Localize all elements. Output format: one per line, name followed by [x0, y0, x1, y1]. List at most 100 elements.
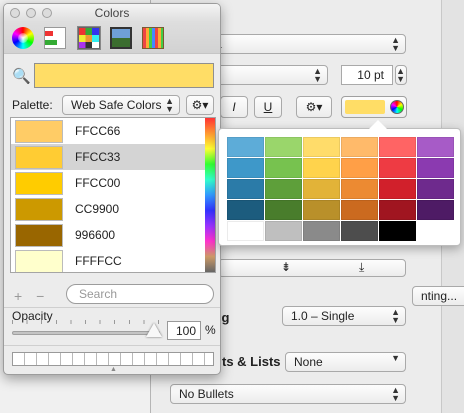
- image-icon[interactable]: [110, 27, 132, 49]
- color-grid-cell[interactable]: [379, 137, 416, 157]
- palette-row: Palette: Web Safe Colors ▲ ▼ ⚙▾: [10, 95, 216, 115]
- font-size-field[interactable]: 10 pt: [341, 65, 393, 85]
- color-list-item[interactable]: FFCC33: [11, 144, 215, 170]
- color-grid-cell[interactable]: [341, 158, 378, 178]
- color-name: CC9900: [75, 202, 120, 216]
- color-grid-cell[interactable]: [341, 137, 378, 157]
- opacity-unit: %: [205, 323, 216, 337]
- underline-label: U: [263, 100, 273, 114]
- popup-arrows-icon: ▲ ▼: [165, 96, 174, 114]
- color-grid-cell[interactable]: [303, 200, 340, 220]
- palette-select-value: Web Safe Colors: [71, 98, 162, 112]
- color-grid-cell[interactable]: [417, 158, 454, 178]
- current-color-well[interactable]: [34, 63, 214, 88]
- magnifier-icon[interactable]: 🔍: [12, 67, 31, 85]
- bullets-lists-label: ts & Lists: [222, 354, 281, 369]
- bullet-style-popup[interactable]: No Bullets ▲ ▼: [170, 384, 406, 404]
- color-grid-popover: [218, 120, 461, 246]
- bullet-style-value: No Bullets: [179, 387, 234, 401]
- popup-arrows-icon: ▲ ▼: [391, 35, 400, 53]
- color-grid-cell[interactable]: [265, 137, 302, 157]
- color-grid-cell[interactable]: [265, 221, 302, 241]
- color-name: FFCC66: [75, 124, 121, 138]
- color-grid: [227, 137, 454, 241]
- saved-color-wells[interactable]: [12, 352, 214, 366]
- text-options-gear-button[interactable]: ⚙▾: [296, 96, 332, 118]
- align-center-icon[interactable]: ⇟: [281, 260, 291, 274]
- color-list-item[interactable]: CC9900: [11, 196, 215, 222]
- color-grid-cell[interactable]: [379, 179, 416, 199]
- color-grid-cell[interactable]: [303, 158, 340, 178]
- color-swatch: [15, 145, 63, 169]
- italic-label: I: [232, 100, 236, 114]
- color-grid-cell[interactable]: [379, 158, 416, 178]
- color-grid-cell[interactable]: [341, 200, 378, 220]
- text-color-well[interactable]: [341, 96, 407, 118]
- color-grid-cell[interactable]: [417, 179, 454, 199]
- color-grid-cell[interactable]: [227, 200, 264, 220]
- more-options-button[interactable]: nting...: [412, 286, 464, 306]
- color-list-item[interactable]: 996600: [11, 222, 215, 248]
- color-grid-cell[interactable]: [303, 137, 340, 157]
- color-list-item[interactable]: FFCC66: [11, 118, 215, 144]
- color-list: FFCC66 FFCC33 FFCC00 CC9900 996600 FFFFCC: [10, 117, 216, 273]
- more-options-label: nting...: [421, 289, 458, 303]
- font-size-stepper[interactable]: ▲ ▼: [395, 65, 407, 85]
- divider: [4, 307, 220, 308]
- alignment-buttons[interactable]: ⇟ ⤓: [218, 259, 406, 277]
- font-family-popup[interactable]: ca ▲▼: [200, 34, 406, 54]
- palette-icon[interactable]: [77, 26, 101, 50]
- color-grid-cell[interactable]: [265, 200, 302, 220]
- popup-arrows-icon: ▲ ▼: [391, 385, 400, 403]
- colors-panel: Colors 🔍 Palette: Web Safe Colors ▲ ▼ ⚙▾ …: [3, 3, 221, 375]
- crayon-box-icon[interactable]: [142, 27, 164, 49]
- color-grid-cell[interactable]: [265, 179, 302, 199]
- spectrum-scroller[interactable]: [205, 118, 215, 272]
- color-list-item[interactable]: FFCC00: [11, 170, 215, 196]
- palette-actions-button[interactable]: ⚙▾: [186, 95, 214, 115]
- color-grid-cell[interactable]: [341, 221, 378, 241]
- list-edit-buttons: + −: [14, 288, 54, 304]
- list-type-popup[interactable]: None ▼: [285, 352, 406, 372]
- color-grid-cell[interactable]: [227, 158, 264, 178]
- color-swatch: [15, 249, 63, 272]
- color-mode-toolbar: [4, 22, 220, 54]
- resize-grip-icon[interactable]: ▲: [110, 366, 117, 373]
- color-wheel-icon[interactable]: [390, 100, 404, 114]
- color-list-item[interactable]: FFFFCC: [11, 248, 215, 272]
- popup-arrows-icon: ▲ ▼: [391, 307, 400, 325]
- add-color-button[interactable]: +: [14, 288, 22, 304]
- align-bottom-icon[interactable]: ⤓: [359, 260, 364, 275]
- color-grid-cell[interactable]: [265, 158, 302, 178]
- color-grid-cell[interactable]: [227, 137, 264, 157]
- color-swatch: [15, 223, 63, 247]
- sliders-icon[interactable]: [44, 27, 66, 49]
- color-grid-cell[interactable]: [227, 179, 264, 199]
- opacity-value-field[interactable]: 100: [167, 321, 201, 340]
- color-grid-cell[interactable]: [379, 221, 416, 241]
- color-grid-cell[interactable]: [303, 221, 340, 241]
- opacity-slider-thumb[interactable]: [146, 323, 162, 337]
- palette-label: Palette:: [12, 98, 53, 112]
- italic-button[interactable]: I: [220, 96, 248, 118]
- opacity-ticks: [12, 320, 160, 324]
- color-swatch: [15, 119, 63, 143]
- color-search-input[interactable]: Search: [66, 284, 214, 304]
- line-spacing-popup[interactable]: 1.0 – Single ▲ ▼: [282, 306, 406, 326]
- color-wheel-icon[interactable]: [12, 27, 34, 49]
- color-grid-cell[interactable]: [341, 179, 378, 199]
- color-grid-cell[interactable]: [417, 137, 454, 157]
- color-swatch: [15, 197, 63, 221]
- remove-color-button[interactable]: −: [36, 288, 44, 304]
- color-grid-cell[interactable]: [379, 200, 416, 220]
- current-color-row: 🔍: [10, 62, 216, 90]
- color-grid-cell[interactable]: [227, 221, 264, 241]
- palette-select[interactable]: Web Safe Colors ▲ ▼: [62, 95, 180, 115]
- font-size-value: 10 pt: [357, 68, 384, 82]
- opacity-slider[interactable]: [12, 331, 160, 335]
- empty-cell: [417, 221, 454, 241]
- underline-button[interactable]: U: [254, 96, 282, 118]
- color-grid-cell[interactable]: [303, 179, 340, 199]
- color-grid-cell[interactable]: [417, 200, 454, 220]
- popup-arrows-icon: ▲ ▼: [313, 66, 322, 84]
